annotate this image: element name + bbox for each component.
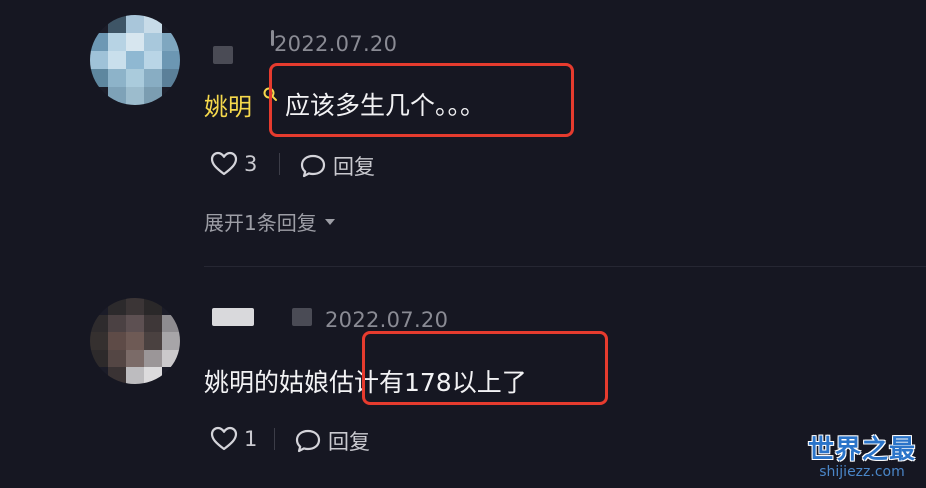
masked-badge <box>292 308 312 326</box>
caret-down-icon <box>324 218 335 225</box>
author-name: 姚明 <box>204 93 252 121</box>
highlight-box <box>362 331 608 405</box>
watermark-url: shijiezz.com <box>819 464 905 480</box>
avatar[interactable] <box>90 298 180 384</box>
like-button[interactable]: 1 <box>210 426 257 452</box>
comment-date: 2022.07.20 <box>274 32 398 56</box>
heart-icon <box>210 151 238 176</box>
avatar[interactable] <box>90 15 180 105</box>
comment-bubble-icon <box>295 429 321 453</box>
watermark-title: 世界之最 <box>807 435 916 465</box>
reply-button[interactable]: 回复 <box>299 151 375 181</box>
like-count: 3 <box>244 152 258 176</box>
comment-date: 2022.07.20 <box>325 308 449 332</box>
masked-username <box>213 46 233 64</box>
expand-replies-button[interactable]: 展开1条回复 <box>204 207 337 236</box>
reply-label: 回复 <box>328 430 370 454</box>
author-mention[interactable]: 姚明 <box>204 87 252 122</box>
avatar-mosaic <box>90 298 180 384</box>
comment-bubble-icon <box>300 154 326 178</box>
heart-icon <box>210 426 238 451</box>
expand-replies-label: 展开1条回复 <box>204 211 317 235</box>
highlight-box <box>269 63 574 137</box>
like-button[interactable]: 3 <box>210 151 257 177</box>
avatar-mosaic <box>90 15 180 105</box>
site-watermark: 世界之最 shijiezz.com <box>808 436 916 480</box>
reply-label: 回复 <box>333 155 375 179</box>
action-divider <box>279 153 280 175</box>
like-count: 1 <box>244 427 258 451</box>
comment-separator <box>204 266 926 267</box>
action-divider <box>274 428 275 450</box>
masked-username <box>212 308 254 326</box>
reply-button[interactable]: 回复 <box>294 426 370 456</box>
